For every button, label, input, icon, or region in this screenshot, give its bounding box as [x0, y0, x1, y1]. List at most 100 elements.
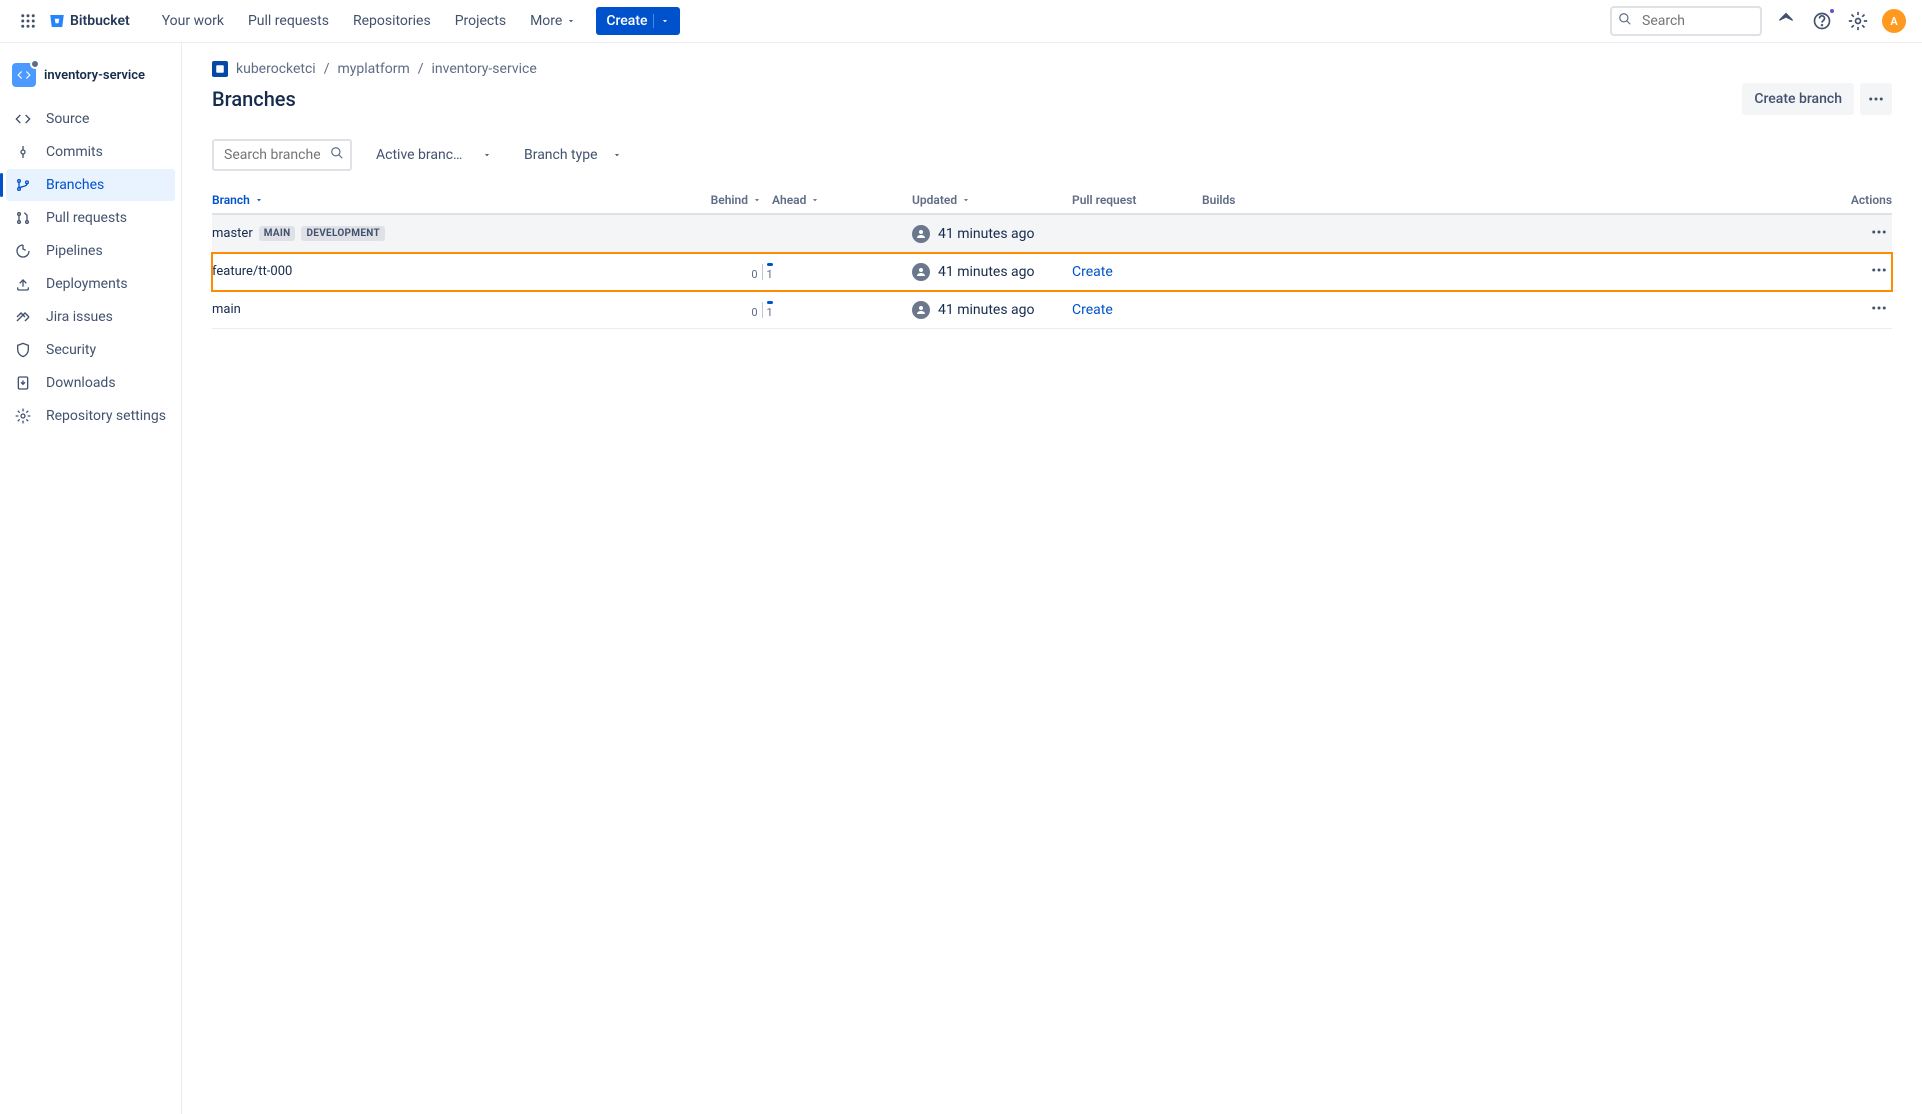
- row-actions-button[interactable]: [1866, 257, 1892, 287]
- sidebar-item-label: Pull requests: [46, 210, 127, 226]
- updated-time: 41 minutes ago: [938, 264, 1035, 280]
- sidebar-item-label: Deployments: [46, 276, 128, 292]
- branch-tag: DEVELOPMENT: [301, 226, 385, 241]
- sidebar-item-source[interactable]: Source: [6, 103, 175, 135]
- sidebar-item-commits[interactable]: Commits: [6, 136, 175, 168]
- th-pull-request: Pull request: [1072, 193, 1202, 207]
- pr-icon: [14, 209, 32, 227]
- ellipsis-icon: [1867, 90, 1885, 108]
- branch-name[interactable]: master: [212, 226, 253, 241]
- jira-icon: [14, 308, 32, 326]
- sidebar-item-label: Security: [46, 342, 96, 358]
- create-pr-link[interactable]: Create: [1072, 302, 1113, 318]
- breadcrumb-repo[interactable]: inventory-service: [432, 61, 537, 77]
- sidebar-item-branches[interactable]: Branches: [6, 169, 175, 201]
- top-nav-left: Bitbucket Your work Pull requests Reposi…: [16, 5, 680, 37]
- download-icon: [14, 374, 32, 392]
- nav-projects[interactable]: Projects: [443, 5, 518, 37]
- commit-icon: [14, 143, 32, 161]
- updated-time: 41 minutes ago: [938, 226, 1035, 242]
- branch-search[interactable]: [212, 139, 352, 171]
- th-builds: Builds: [1202, 193, 1272, 207]
- behind-count: 0: [751, 306, 757, 319]
- create-button-label: Create: [606, 13, 647, 29]
- th-updated[interactable]: Updated: [832, 193, 1072, 207]
- sidebar-item-repository-settings[interactable]: Repository settings: [6, 400, 175, 432]
- top-nav: Bitbucket Your work Pull requests Reposi…: [0, 0, 1922, 43]
- branches-table: Branch Behind Ahead Updated Pull request: [212, 187, 1892, 329]
- repo-badge-icon: [30, 59, 40, 69]
- th-ahead[interactable]: Ahead: [762, 193, 832, 207]
- global-search-input[interactable]: [1610, 6, 1762, 36]
- search-icon: [1618, 12, 1632, 30]
- sidebar-item-label: Repository settings: [46, 408, 166, 424]
- filter-active-branches[interactable]: Active branches: [368, 141, 500, 169]
- branch-name[interactable]: main: [212, 302, 241, 317]
- behind-count: 0: [751, 268, 757, 281]
- row-actions-button[interactable]: [1866, 219, 1892, 249]
- sidebar-nav-list: Source Commits Branches Pull requests Pipeli…: [6, 103, 175, 432]
- sidebar-item-downloads[interactable]: Downloads: [6, 367, 175, 399]
- sidebar-item-label: Branches: [46, 177, 104, 193]
- product-name: Bitbucket: [70, 13, 130, 29]
- create-button-divider: [653, 14, 654, 28]
- global-search[interactable]: [1610, 6, 1762, 36]
- sidebar-repo-header[interactable]: inventory-service: [6, 55, 175, 103]
- ellipsis-icon: [1870, 299, 1888, 317]
- branch-icon: [14, 176, 32, 194]
- page-title-row: Branches Create branch: [212, 83, 1892, 115]
- sidebar-repo-name: inventory-service: [44, 68, 145, 83]
- help-icon[interactable]: [1810, 9, 1834, 33]
- app-switcher-icon[interactable]: [16, 9, 40, 33]
- filter-active-branches-label: Active branches: [376, 147, 468, 163]
- workspace-icon: [212, 61, 228, 77]
- create-button[interactable]: Create: [596, 7, 680, 35]
- branch-tag: MAIN: [259, 226, 296, 241]
- breadcrumb-workspace[interactable]: kuberocketci: [236, 61, 316, 77]
- sidebar-item-pipelines[interactable]: Pipelines: [6, 235, 175, 267]
- code-icon: [14, 110, 32, 128]
- author-avatar-icon: [912, 263, 930, 281]
- breadcrumb-project[interactable]: myplatform: [338, 61, 410, 77]
- sidebar-item-label: Source: [46, 111, 89, 127]
- notifications-icon[interactable]: [1774, 9, 1798, 33]
- branch-name[interactable]: feature/tt-000: [212, 264, 292, 279]
- chevron-down-icon: [660, 16, 670, 26]
- user-avatar[interactable]: A: [1882, 9, 1906, 33]
- sidebar-item-label: Pipelines: [46, 243, 103, 259]
- filter-branch-type[interactable]: Branch type: [516, 141, 630, 169]
- main-content: kuberocketci / myplatform / inventory-se…: [182, 43, 1922, 1114]
- th-branch[interactable]: Branch: [212, 193, 692, 207]
- th-behind[interactable]: Behind: [692, 193, 762, 207]
- table-row: feature/tt-000 01 41 minutes ago Create: [212, 253, 1892, 291]
- nav-pull-requests[interactable]: Pull requests: [236, 5, 341, 37]
- nav-more[interactable]: More: [518, 5, 588, 37]
- create-pr-link[interactable]: Create: [1072, 264, 1113, 280]
- settings-icon[interactable]: [1846, 9, 1870, 33]
- sidebar: inventory-service Source Commits Branches P…: [0, 43, 182, 1114]
- page-actions: Create branch: [1742, 83, 1892, 115]
- bitbucket-logo[interactable]: Bitbucket: [48, 12, 130, 30]
- nav-repositories[interactable]: Repositories: [341, 5, 443, 37]
- nav-your-work[interactable]: Your work: [150, 5, 236, 37]
- pipeline-icon: [14, 242, 32, 260]
- repo-avatar-icon: [12, 63, 36, 87]
- sidebar-item-pull-requests[interactable]: Pull requests: [6, 202, 175, 234]
- chevron-down-icon: [254, 195, 264, 205]
- nav-more-label: More: [530, 13, 562, 29]
- sidebar-item-jira-issues[interactable]: Jira issues: [6, 301, 175, 333]
- deploy-icon: [14, 275, 32, 293]
- sidebar-item-security[interactable]: Security: [6, 334, 175, 366]
- sidebar-item-label: Downloads: [46, 375, 116, 391]
- table-header-row: Branch Behind Ahead Updated Pull request: [212, 187, 1892, 215]
- chevron-down-icon: [961, 195, 971, 205]
- sidebar-item-deployments[interactable]: Deployments: [6, 268, 175, 300]
- more-actions-button[interactable]: [1860, 83, 1892, 115]
- create-branch-button[interactable]: Create branch: [1742, 83, 1854, 115]
- author-avatar-icon: [912, 225, 930, 243]
- page-title: Branches: [212, 87, 296, 111]
- row-actions-button[interactable]: [1866, 295, 1892, 325]
- sidebar-item-label: Commits: [46, 144, 103, 160]
- behind-ahead-indicator: 01: [692, 263, 832, 281]
- chevron-down-icon: [752, 195, 762, 205]
